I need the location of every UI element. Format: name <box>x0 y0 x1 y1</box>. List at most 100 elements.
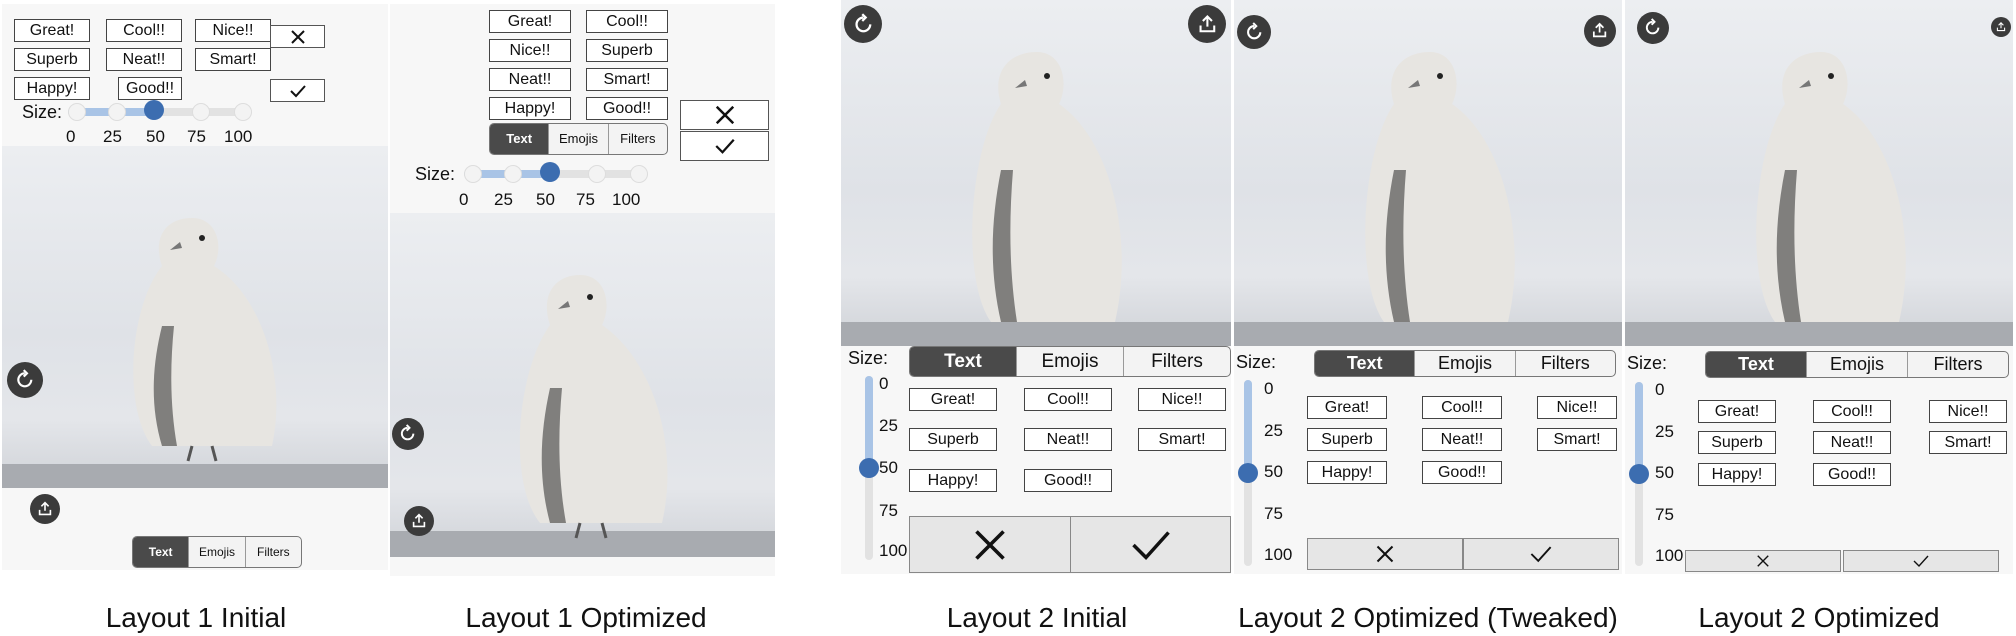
sticker-cool[interactable]: Cool!! <box>1024 388 1112 411</box>
tab-filters[interactable]: Filters <box>607 124 667 154</box>
reset-button[interactable] <box>1237 15 1271 49</box>
size-tick: 0 <box>1264 379 1274 398</box>
tab-emojis[interactable]: Emojis <box>188 537 244 567</box>
dove-photo <box>1625 0 2013 346</box>
share-button[interactable] <box>404 506 434 536</box>
sticker-neat[interactable]: Neat!! <box>1024 428 1112 451</box>
sticker-good[interactable]: Good!! <box>118 77 182 100</box>
caption-layout2-initial: Layout 2 Initial <box>946 602 1128 633</box>
sticker-great[interactable]: Great! <box>909 388 997 411</box>
size-tick: 25 <box>879 416 898 435</box>
tab-text[interactable]: Text <box>133 537 189 567</box>
sticker-happy[interactable]: Happy! <box>14 77 90 100</box>
tab-filters[interactable]: Filters <box>1123 347 1230 376</box>
confirm-button[interactable] <box>1463 538 1619 570</box>
sticker-nice[interactable]: Nice!! <box>1537 396 1617 419</box>
size-slider-knob[interactable] <box>540 162 560 182</box>
rotate-icon <box>1246 22 1262 40</box>
size-tick: 75 <box>187 127 206 146</box>
sticker-happy[interactable]: Happy! <box>909 469 997 492</box>
sticker-nice[interactable]: Nice!! <box>1929 400 2007 423</box>
sticker-superb[interactable]: Superb <box>14 48 90 71</box>
size-slider[interactable] <box>1629 382 1649 566</box>
cancel-button[interactable] <box>1307 538 1463 570</box>
size-slider[interactable] <box>1238 380 1258 566</box>
tab-filters[interactable]: Filters <box>1514 351 1615 376</box>
sticker-good[interactable]: Good!! <box>1813 463 1891 486</box>
sticker-superb[interactable]: Superb <box>586 39 668 62</box>
share-button[interactable] <box>30 494 60 524</box>
tab-text[interactable]: Text <box>1315 351 1415 376</box>
sticker-smart[interactable]: Smart! <box>1537 428 1617 451</box>
check-icon <box>289 84 306 97</box>
size-slider[interactable] <box>68 100 258 124</box>
size-slider-knob[interactable] <box>859 458 879 478</box>
sticker-great[interactable]: Great! <box>1698 400 1776 423</box>
size-tick: 25 <box>1264 421 1283 440</box>
tab-filters[interactable]: Filters <box>1907 352 2008 377</box>
sticker-nice[interactable]: Nice!! <box>489 39 571 62</box>
size-label: Size: <box>1236 352 1277 372</box>
reset-button[interactable] <box>1637 12 1669 44</box>
confirm-button[interactable] <box>1070 516 1231 573</box>
sticker-neat[interactable]: Neat!! <box>489 68 571 91</box>
size-slider-knob[interactable] <box>144 100 164 120</box>
tab-text[interactable]: Text <box>490 124 549 154</box>
tab-text[interactable]: Text <box>1706 352 1806 377</box>
sticker-happy[interactable]: Happy! <box>489 97 571 120</box>
sticker-great[interactable]: Great! <box>489 10 571 33</box>
confirm-button[interactable] <box>270 79 325 102</box>
tab-filters[interactable]: Filters <box>244 537 301 567</box>
reset-button[interactable] <box>7 362 43 398</box>
confirm-button[interactable] <box>1843 550 1999 572</box>
sticker-smart[interactable]: Smart! <box>1929 431 2007 454</box>
size-tick: 25 <box>103 127 122 146</box>
share-button[interactable] <box>1584 15 1616 47</box>
size-slider[interactable] <box>464 162 654 186</box>
size-tick: 75 <box>1655 505 1674 524</box>
sticker-superb[interactable]: Superb <box>1307 428 1387 451</box>
cancel-button[interactable] <box>680 100 769 130</box>
sticker-cool[interactable]: Cool!! <box>1813 400 1891 423</box>
tab-text[interactable]: Text <box>910 347 1016 376</box>
sticker-nice[interactable]: Nice!! <box>195 19 271 42</box>
cancel-button[interactable] <box>270 25 325 48</box>
share-icon <box>1593 23 1607 38</box>
sticker-cool[interactable]: Cool!! <box>1422 396 1502 419</box>
rotate-icon <box>17 369 33 388</box>
sticker-neat[interactable]: Neat!! <box>1813 431 1891 454</box>
check-icon <box>1530 546 1552 563</box>
sticker-neat[interactable]: Neat!! <box>1422 428 1502 451</box>
sticker-nice[interactable]: Nice!! <box>1138 388 1226 411</box>
size-slider-knob[interactable] <box>1629 464 1649 484</box>
reset-button[interactable] <box>392 418 424 450</box>
sticker-great[interactable]: Great! <box>14 19 90 42</box>
cancel-button[interactable] <box>1685 550 1841 572</box>
sticker-superb[interactable]: Superb <box>1698 431 1776 454</box>
sticker-smart[interactable]: Smart! <box>586 68 668 91</box>
dove-photo <box>2 146 388 488</box>
sticker-cool[interactable]: Cool!! <box>586 10 668 33</box>
tab-emojis[interactable]: Emojis <box>1016 347 1123 376</box>
sticker-happy[interactable]: Happy! <box>1307 461 1387 484</box>
sticker-smart[interactable]: Smart! <box>1138 428 1226 451</box>
share-button[interactable] <box>1188 5 1226 43</box>
confirm-button[interactable] <box>680 131 769 161</box>
sticker-neat[interactable]: Neat!! <box>106 48 182 71</box>
cancel-button[interactable] <box>909 516 1071 573</box>
sticker-superb[interactable]: Superb <box>909 428 997 451</box>
sticker-good[interactable]: Good!! <box>1024 469 1112 492</box>
tab-emojis[interactable]: Emojis <box>1414 351 1514 376</box>
size-slider[interactable] <box>859 376 879 560</box>
reset-button[interactable] <box>844 5 882 43</box>
sticker-cool[interactable]: Cool!! <box>106 19 182 42</box>
tab-emojis[interactable]: Emojis <box>1806 352 1907 377</box>
sticker-great[interactable]: Great! <box>1307 396 1387 419</box>
size-slider-knob[interactable] <box>1238 463 1258 483</box>
sticker-happy[interactable]: Happy! <box>1698 463 1776 486</box>
sticker-good[interactable]: Good!! <box>586 97 668 120</box>
sticker-good[interactable]: Good!! <box>1422 461 1502 484</box>
sticker-smart[interactable]: Smart! <box>195 48 271 71</box>
tab-emojis[interactable]: Emojis <box>548 124 607 154</box>
share-button[interactable] <box>1991 17 2011 37</box>
